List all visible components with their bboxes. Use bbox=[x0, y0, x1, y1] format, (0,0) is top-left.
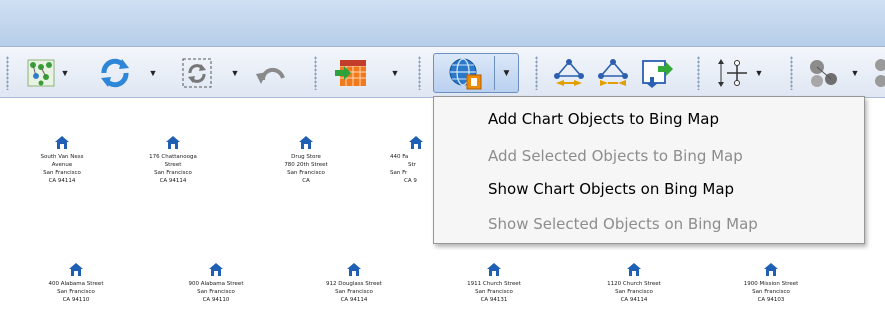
grid-import-button[interactable] bbox=[333, 55, 369, 91]
node-text-line: San Francisco bbox=[57, 289, 95, 295]
node-text-line: Str bbox=[408, 162, 416, 168]
node-text-line: Drug Store bbox=[291, 154, 321, 160]
nodes-filter-icon bbox=[810, 60, 837, 87]
bing-map-main-button[interactable] bbox=[447, 57, 483, 96]
chart-node[interactable]: 176 Chattanooga Street San Francisco CA … bbox=[128, 136, 218, 185]
link-nodes-alt-button[interactable] bbox=[595, 55, 631, 91]
node-text-line: Street bbox=[164, 162, 182, 168]
node-text-line: 1911 Church Street bbox=[467, 281, 521, 287]
grid-import-icon bbox=[335, 60, 366, 86]
chart-node[interactable]: Drug Store 780 20th Street San Francisco… bbox=[261, 136, 351, 185]
grid-import-dropdown-arrow[interactable]: ▼ bbox=[388, 55, 402, 91]
toolbar-grip[interactable] bbox=[418, 56, 421, 90]
house-icon bbox=[409, 136, 423, 149]
toolbar-grip[interactable] bbox=[697, 56, 700, 90]
layout-icon bbox=[27, 59, 55, 87]
chart-node[interactable]: 900 Alabama Street San Francisco CA 9411… bbox=[171, 263, 261, 304]
menu-item-add-selected-objects[interactable]: Add Selected Objects to Bing Map bbox=[488, 142, 743, 170]
house-icon bbox=[627, 263, 641, 276]
node-text-line: Avenue bbox=[51, 162, 73, 168]
menu-item-add-chart-objects[interactable]: Add Chart Objects to Bing Map bbox=[488, 105, 719, 133]
menu-item-show-selected-objects[interactable]: Show Selected Objects on Bing Map bbox=[488, 210, 758, 238]
node-text-line: CA 94110 bbox=[62, 297, 90, 303]
node-text-line: CA 94114 bbox=[620, 297, 648, 303]
chart-node[interactable]: 440 Fa Str San Fr CA 9 bbox=[388, 136, 433, 185]
menu-item-show-chart-objects[interactable]: Show Chart Objects on Bing Map bbox=[488, 175, 734, 203]
hierarchy-icon bbox=[718, 59, 747, 87]
chart-node[interactable]: 1120 Church Street San Francisco CA 9411… bbox=[589, 263, 679, 304]
node-text-line: 1120 Church Street bbox=[607, 281, 661, 287]
toolbar-grip[interactable] bbox=[314, 56, 317, 90]
house-icon bbox=[487, 263, 501, 276]
node-text-line: CA 9 bbox=[404, 178, 417, 184]
house-icon bbox=[55, 136, 69, 149]
more-tools-icon bbox=[875, 59, 885, 87]
node-text-line: CA 94103 bbox=[757, 297, 785, 303]
node-text-line: CA 94114 bbox=[159, 178, 187, 184]
node-text-line: San Francisco bbox=[154, 170, 192, 176]
link-nodes-icon bbox=[554, 59, 584, 86]
node-text-line: 900 Alabama Street bbox=[188, 281, 244, 287]
layout-button[interactable] bbox=[26, 55, 56, 91]
more-tools-button[interactable] bbox=[868, 55, 885, 91]
node-text-line: San Francisco bbox=[335, 289, 373, 295]
link-nodes-alt-icon bbox=[598, 59, 628, 86]
node-text-line: 1900 Mission Street bbox=[743, 281, 799, 287]
hierarchy-dropdown-arrow[interactable]: ▼ bbox=[752, 55, 766, 91]
node-text-line: 912 Douglass Street bbox=[326, 281, 382, 287]
house-icon bbox=[166, 136, 180, 149]
undo-button[interactable] bbox=[252, 55, 288, 91]
node-text-line: San Francisco bbox=[43, 170, 81, 176]
chart-node[interactable]: 400 Alabama Street San Francisco CA 9411… bbox=[31, 263, 121, 304]
chart-node[interactable]: South Van Ness Avenue San Francisco CA 9… bbox=[17, 136, 107, 185]
chart-node[interactable]: 1911 Church Street San Francisco CA 9413… bbox=[449, 263, 539, 304]
chart-node[interactable]: 1900 Mission Street San Francisco CA 941… bbox=[726, 263, 816, 304]
refresh-selection-dropdown-arrow[interactable]: ▼ bbox=[228, 55, 242, 91]
undo-icon bbox=[256, 68, 285, 84]
node-text-line: CA 94110 bbox=[202, 297, 230, 303]
node-text-line: 780 20th Street bbox=[284, 162, 328, 168]
node-text-line: San Francisco bbox=[287, 170, 325, 176]
bing-map-globe-icon bbox=[449, 58, 482, 90]
layout-dropdown-arrow[interactable]: ▼ bbox=[58, 55, 72, 91]
node-text-line: San Francisco bbox=[615, 289, 653, 295]
link-nodes-button[interactable] bbox=[551, 55, 587, 91]
node-text-line: San Francisco bbox=[197, 289, 235, 295]
refresh-selection-icon bbox=[182, 58, 212, 88]
node-text-line: 400 Alabama Street bbox=[48, 281, 104, 287]
chart-node[interactable]: 912 Douglass Street San Francisco CA 941… bbox=[309, 263, 399, 304]
house-icon bbox=[764, 263, 778, 276]
window-titlebar bbox=[0, 0, 885, 46]
house-icon bbox=[69, 263, 83, 276]
node-text-line: CA bbox=[302, 178, 310, 184]
node-text-line: CA 94114 bbox=[340, 297, 368, 303]
house-icon bbox=[209, 263, 223, 276]
toolbar-grip[interactable] bbox=[535, 56, 538, 90]
node-text-line: 176 Chattanooga bbox=[149, 154, 197, 160]
node-text-line: San Francisco bbox=[752, 289, 790, 295]
house-icon bbox=[299, 136, 313, 149]
refresh-dropdown-arrow[interactable]: ▼ bbox=[146, 55, 160, 91]
refresh-button[interactable] bbox=[97, 55, 133, 91]
bing-map-button[interactable]: ▼ bbox=[433, 53, 519, 93]
toolbar: ▼ ▼ ▼ ▼ ▼ ▼ ▼ bbox=[0, 46, 885, 98]
bing-map-dropdown-arrow[interactable]: ▼ bbox=[495, 54, 518, 92]
toolbar-grip[interactable] bbox=[790, 56, 793, 90]
refresh-selection-button[interactable] bbox=[180, 55, 214, 91]
node-text-line: 440 Fa bbox=[390, 154, 409, 160]
toolbar-grip[interactable] bbox=[6, 56, 9, 90]
export-icon bbox=[642, 60, 673, 88]
node-text-line: San Fr bbox=[390, 170, 408, 176]
node-text-line: CA 94131 bbox=[480, 297, 508, 303]
refresh-icon bbox=[101, 58, 129, 88]
node-text-line: CA 94114 bbox=[48, 178, 76, 184]
node-text-line: San Francisco bbox=[475, 289, 513, 295]
node-text-line: South Van Ness bbox=[40, 154, 84, 160]
hierarchy-button[interactable] bbox=[716, 55, 750, 91]
nodes-filter-dropdown-arrow[interactable]: ▼ bbox=[848, 55, 862, 91]
export-button[interactable] bbox=[639, 55, 675, 91]
nodes-filter-button[interactable] bbox=[806, 55, 842, 91]
house-icon bbox=[347, 263, 361, 276]
bing-map-dropdown-menu: Add Chart Objects to Bing Map Add Select… bbox=[433, 96, 865, 244]
